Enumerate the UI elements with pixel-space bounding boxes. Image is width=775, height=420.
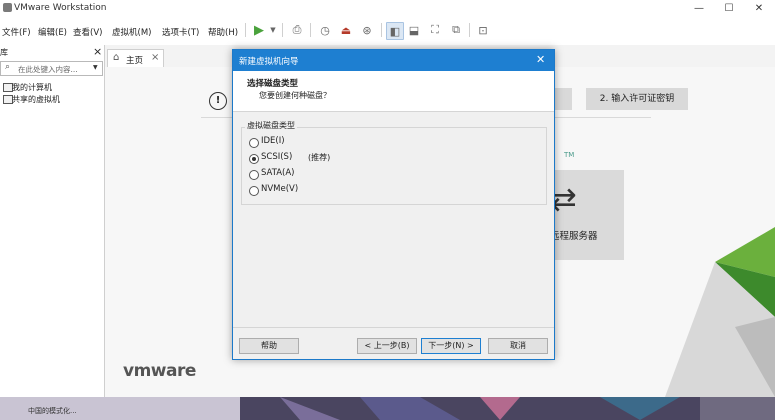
menu-vm[interactable]: 虚拟机(M) xyxy=(112,26,151,38)
dialog-title: 新建虚拟机向导 xyxy=(239,57,299,67)
dialog-close-icon[interactable]: ✕ xyxy=(536,53,545,66)
toolbar-separator xyxy=(381,23,382,37)
toolbar-separator xyxy=(310,23,311,37)
window-title: VMware Workstation xyxy=(14,3,107,13)
remote-server-label: 远程服务器 xyxy=(550,231,598,242)
cancel-button[interactable]: 取消 xyxy=(488,338,548,354)
menu-help[interactable]: 帮助(H) xyxy=(208,26,238,38)
vmware-app-icon xyxy=(3,3,12,12)
radio-nvme[interactable] xyxy=(249,186,259,196)
console-icon[interactable]: ⊡ xyxy=(475,22,491,38)
unity-icon[interactable]: ⧉ xyxy=(448,22,464,38)
snapshot-icon[interactable]: ◷ xyxy=(317,22,333,38)
radio-ide-label[interactable]: IDE(I) xyxy=(261,136,285,146)
menu-file[interactable]: 文件(F) xyxy=(2,26,31,38)
maximize-button[interactable]: ☐ xyxy=(714,0,744,17)
library-panel: 库 × ⌕ 在此处键入内容... ▼ 我的计算机 共享的虚拟机 xyxy=(0,45,105,397)
back-button[interactable]: < 上一步(B) xyxy=(357,338,417,354)
library-view-icon[interactable]: ◧ xyxy=(386,22,404,40)
library-close-icon[interactable]: × xyxy=(93,45,102,58)
search-dropdown-icon[interactable]: ▼ xyxy=(93,64,98,71)
radio-scsi[interactable] xyxy=(249,154,259,164)
enter-license-key-button[interactable]: 2. 输入许可证密钥 xyxy=(586,88,688,110)
snapshot-manager-icon[interactable]: ⊛ xyxy=(359,22,375,38)
help-button[interactable]: 帮助 xyxy=(239,338,299,354)
menu-view[interactable]: 查看(V) xyxy=(73,26,102,38)
library-search-input[interactable]: ⌕ 在此处键入内容... ▼ xyxy=(0,61,103,76)
toolbar-separator xyxy=(469,23,470,37)
vmware-logo: vmware xyxy=(123,361,196,381)
revert-snapshot-icon[interactable]: ⏏ xyxy=(338,22,354,38)
radio-scsi-label[interactable]: SCSI(S) xyxy=(261,152,292,162)
trademark: TM xyxy=(564,151,575,159)
menu-toolbar: 文件(F) 编辑(E) 查看(V) 虚拟机(M) 选项卡(T) 帮助(H) ▶ … xyxy=(0,17,775,46)
close-window-button[interactable]: ✕ xyxy=(744,0,774,17)
menu-tabs[interactable]: 选项卡(T) xyxy=(162,26,199,38)
new-vm-wizard-dialog: 新建虚拟机向导 ✕ 选择磁盘类型 您要创建何种磁盘？ 虚拟磁盘类型 IDE(I)… xyxy=(232,49,555,360)
radio-sata[interactable] xyxy=(249,170,259,180)
dialog-title-bar: 新建虚拟机向导 ✕ xyxy=(233,50,554,71)
tab-home[interactable]: ⌂ 主页 × xyxy=(107,49,164,68)
search-icon: ⌕ xyxy=(5,62,11,72)
tab-home-label: 主页 xyxy=(126,56,144,66)
vmware-decoration xyxy=(665,227,775,397)
menu-edit[interactable]: 编辑(E) xyxy=(38,26,67,38)
search-placeholder: 在此处键入内容... xyxy=(18,65,78,74)
radio-ide[interactable] xyxy=(249,138,259,148)
tab-close-icon[interactable]: × xyxy=(151,52,159,63)
dialog-footer-divider xyxy=(233,327,554,328)
desktop-taskbar: 中国的模式化... xyxy=(0,397,775,420)
library-item-my-computer[interactable]: 我的计算机 xyxy=(12,82,52,93)
title-bar: VMware Workstation — ☐ ✕ xyxy=(0,0,775,17)
send-keys-icon[interactable]: ⎙ xyxy=(289,22,305,38)
info-icon: ! xyxy=(209,92,227,110)
disk-type-group-label: 虚拟磁盘类型 xyxy=(245,120,297,131)
taskbar-text: 中国的模式化... xyxy=(28,407,77,415)
radio-nvme-label[interactable]: NVMe(V) xyxy=(261,184,298,194)
toolbar-separator xyxy=(245,23,246,37)
library-header: 库 × xyxy=(0,45,104,59)
dialog-header: 选择磁盘类型 您要创建何种磁盘？ xyxy=(233,71,554,112)
radio-selected-dot xyxy=(252,157,256,161)
fullscreen-icon[interactable]: ⛶ xyxy=(427,22,443,38)
wallpaper-art xyxy=(0,397,775,420)
home-icon: ⌂ xyxy=(113,52,120,63)
library-item-shared-vms[interactable]: 共享的虚拟机 xyxy=(12,94,60,105)
dropdown-icon[interactable]: ▼ xyxy=(265,22,281,38)
recommended-note: (推荐) xyxy=(308,153,331,162)
next-button[interactable]: 下一步(N) > xyxy=(421,338,481,354)
toolbar-separator xyxy=(282,23,283,37)
library-title: 库 xyxy=(0,48,8,57)
dialog-subheading: 您要创建何种磁盘？ xyxy=(259,91,331,100)
radio-sata-label[interactable]: SATA(A) xyxy=(261,168,295,178)
minimize-button[interactable]: — xyxy=(684,0,714,17)
dialog-heading: 选择磁盘类型 xyxy=(247,79,299,89)
thumbnail-view-icon[interactable]: ⬓ xyxy=(406,22,422,38)
